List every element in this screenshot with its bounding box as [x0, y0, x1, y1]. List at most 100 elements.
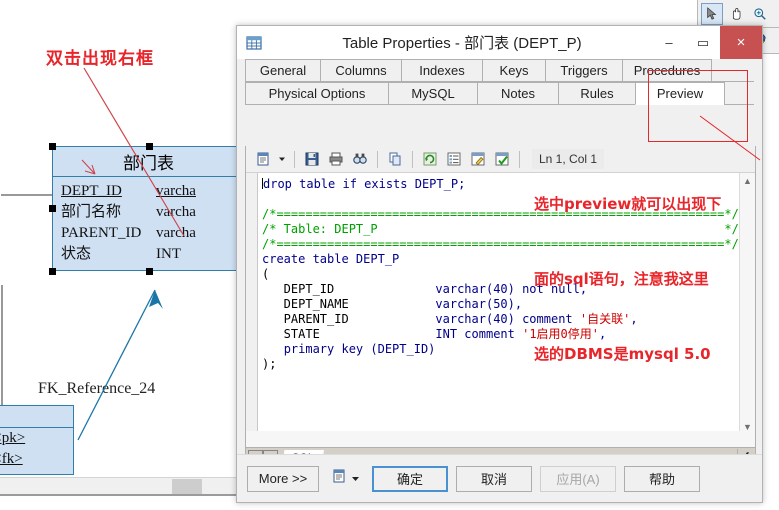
- entity-row: PARENT_ID varcha: [61, 223, 244, 244]
- scrollbar-track[interactable]: [740, 189, 755, 419]
- entity-title: 部门表: [53, 147, 244, 177]
- selection-handle[interactable]: [49, 268, 56, 275]
- code-segment: DEPT_NAME: [262, 297, 436, 311]
- dialog-title-bar[interactable]: Table Properties - 部门表 (DEPT_P) – ▭ ×: [237, 26, 762, 59]
- entity-dept-table[interactable]: 部门表 DEPT_ID varcha 部门名称 varcha PARENT_ID…: [52, 146, 245, 271]
- code-segment: DEPT_ID: [262, 282, 436, 296]
- column-name: PARENT_ID: [61, 225, 142, 241]
- column-type: varcha: [156, 183, 196, 199]
- annotation-line-3: 选的DBMS是mysql 5.0: [534, 345, 711, 363]
- selection-handle[interactable]: [146, 143, 153, 150]
- toolbar-divider: [519, 150, 520, 168]
- help-button[interactable]: 帮助: [624, 465, 700, 492]
- annotation-line-2: 面的sql语句，注意我这里: [534, 270, 709, 288]
- code-vertical-scrollbar[interactable]: ▲ ▼: [739, 173, 755, 435]
- selection-handle[interactable]: [146, 268, 153, 275]
- relationship-label: FK_Reference_24: [38, 380, 156, 397]
- save-script-icon[interactable]: [331, 468, 347, 489]
- toolbar-divider: [412, 150, 413, 168]
- tab-preview[interactable]: Preview: [635, 82, 725, 105]
- column-row: 0) <pk>: [0, 430, 26, 446]
- entity-columns: DEPT_ID varcha 部门名称 varcha PARENT_ID var…: [53, 177, 244, 265]
- tab-row-2[interactable]: Physical Options MySQL Notes Rules Previ…: [245, 82, 754, 105]
- copy-icon[interactable]: [384, 148, 406, 170]
- dialog-footer[interactable]: More >> 确定 取消 应用(A) 帮助: [237, 454, 762, 502]
- entity-row: DEPT_ID varcha: [61, 181, 244, 202]
- ok-button[interactable]: 确定: [372, 465, 448, 492]
- canvas-toolbar-row1[interactable]: [697, 0, 779, 28]
- table-icon: [246, 35, 262, 51]
- code-segment: varchar(50),: [435, 297, 523, 311]
- tab-procedures[interactable]: Procedures: [622, 59, 712, 82]
- check-icon[interactable]: [491, 148, 513, 170]
- more-button[interactable]: More >>: [247, 465, 319, 492]
- tab-bar[interactable]: General Columns Indexes Keys Triggers Pr…: [237, 59, 762, 105]
- canvas-status-bar: [0, 494, 236, 510]
- tab-rules[interactable]: Rules: [558, 82, 636, 105]
- save-script-control[interactable]: [331, 468, 360, 489]
- code-segment: PARENT_ID: [262, 312, 436, 326]
- tab-columns[interactable]: Columns: [320, 59, 402, 82]
- toolbar-divider: [294, 150, 295, 168]
- tab-keys[interactable]: Keys: [482, 59, 546, 82]
- entity-secondary[interactable]: 0) <pk> 0) <fk>: [0, 405, 74, 475]
- canvas-horizontal-scrollbar[interactable]: [0, 477, 236, 494]
- apply-button: 应用(A): [540, 465, 616, 492]
- refresh-icon[interactable]: [419, 148, 441, 170]
- column-row: 0) <fk>: [0, 451, 23, 467]
- entity-row: 状态 INT: [61, 244, 244, 265]
- list-icon[interactable]: [443, 148, 465, 170]
- column-type: INT: [156, 246, 181, 262]
- code-segment: (: [262, 267, 270, 281]
- dropdown-arrow-icon[interactable]: [276, 148, 288, 170]
- editor-gutter: [246, 173, 258, 435]
- selection-handle[interactable]: [49, 205, 56, 212]
- tab-physical-options[interactable]: Physical Options: [245, 82, 389, 105]
- scrollbar-thumb[interactable]: [172, 479, 202, 494]
- tab-general[interactable]: General: [245, 59, 321, 82]
- hand-icon[interactable]: [725, 3, 747, 25]
- code-horizontal-scrollbar-area: [246, 431, 755, 447]
- print-icon[interactable]: [325, 148, 347, 170]
- code-segment: STATE: [262, 327, 436, 341]
- zoom-in-icon[interactable]: [749, 3, 771, 25]
- pointer-icon[interactable]: [701, 2, 723, 25]
- entity-columns: 0) <pk> 0) <fk>: [0, 428, 73, 470]
- entity-row: 部门名称 varcha: [61, 202, 244, 223]
- tab-notes[interactable]: Notes: [477, 82, 559, 105]
- selection-handle[interactable]: [49, 143, 56, 150]
- column-type: varcha: [156, 204, 196, 220]
- document-icon[interactable]: [252, 148, 274, 170]
- tab-triggers[interactable]: Triggers: [545, 59, 623, 82]
- code-segment: INT comment: [435, 327, 523, 341]
- tab-row-filler: [724, 82, 754, 105]
- window-controls[interactable]: – ▭ ×: [652, 26, 762, 59]
- tab-indexes[interactable]: Indexes: [401, 59, 483, 82]
- code-segment: primary key (DEPT_ID): [283, 342, 436, 356]
- tab-mysql[interactable]: MySQL: [388, 82, 478, 105]
- annotation-line-1: 选中preview就可以出现下: [534, 195, 722, 213]
- column-name: DEPT_ID: [61, 183, 122, 199]
- close-button[interactable]: ×: [720, 26, 762, 59]
- column-type: varcha: [156, 225, 196, 241]
- code-segment: create table DEPT_P: [262, 252, 400, 266]
- minimize-button[interactable]: –: [652, 26, 686, 59]
- scroll-up-arrow[interactable]: ▲: [740, 173, 755, 189]
- dialog-title: Table Properties - 部门表 (DEPT_P): [342, 35, 582, 52]
- annotation-preview-note: 选中preview就可以出现下 面的sql语句，注意我这里 选的DBMS是mys…: [534, 142, 721, 417]
- annotation-double-click: 双击出现右框: [46, 49, 154, 69]
- find-icon[interactable]: [349, 148, 371, 170]
- dropdown-arrow-icon[interactable]: [351, 470, 360, 488]
- code-segment: );: [262, 357, 277, 371]
- tab-row-1[interactable]: General Columns Indexes Keys Triggers Pr…: [245, 59, 754, 82]
- tab-row-filler: [711, 59, 754, 82]
- code-segment: drop table if exists DEPT_P;: [263, 177, 466, 191]
- maximize-button[interactable]: ▭: [686, 26, 720, 59]
- cancel-button[interactable]: 取消: [456, 465, 532, 492]
- entity-title: [0, 406, 73, 428]
- column-name: 部门名称: [61, 204, 122, 220]
- save-icon[interactable]: [301, 148, 323, 170]
- column-name: 状态: [61, 246, 92, 262]
- edit-icon[interactable]: [467, 148, 489, 170]
